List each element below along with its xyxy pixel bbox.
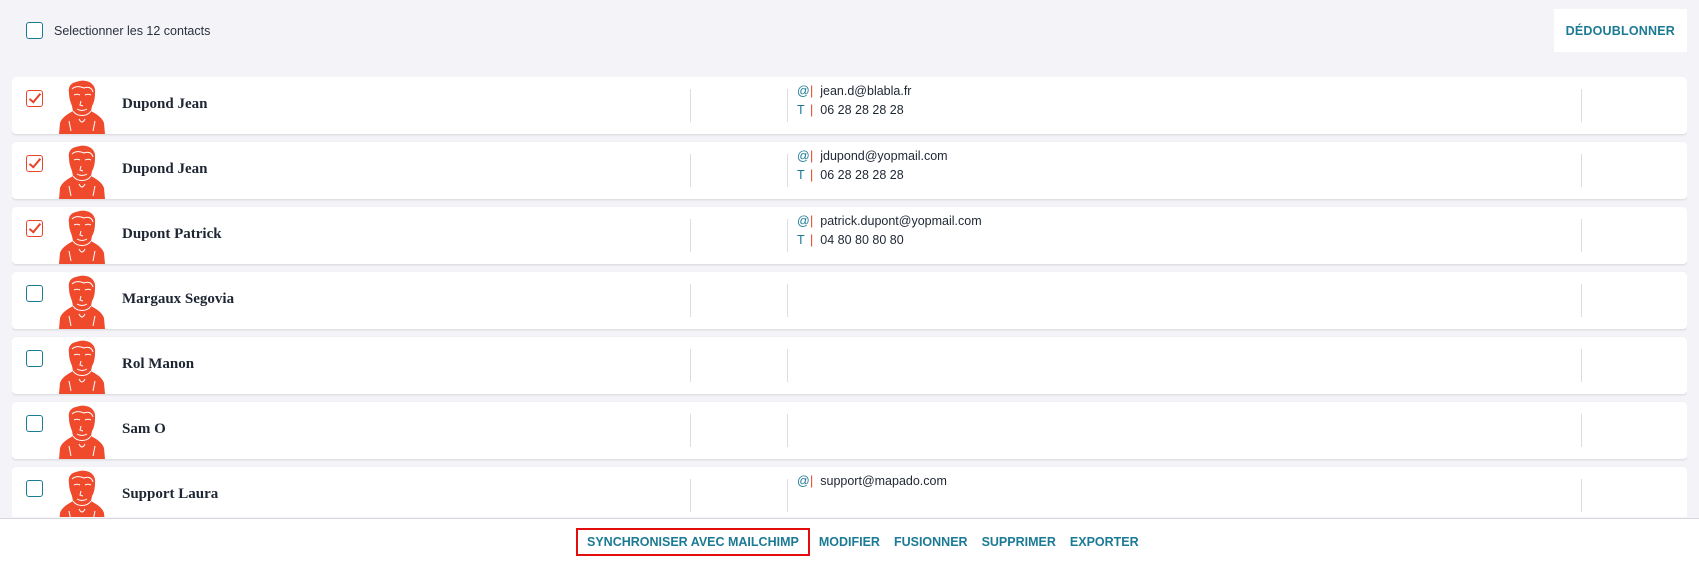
column-divider	[787, 479, 788, 512]
contact-row[interactable]: Sam O	[12, 402, 1687, 459]
info-separator: |	[810, 213, 814, 228]
delete-button[interactable]: SUPPRIMER	[975, 530, 1063, 554]
contact-info: @ | patrick.dupont@yopmail.com T | 04 80 80 8…	[797, 211, 982, 249]
merge-button[interactable]: FUSIONNER	[887, 530, 975, 554]
column-divider	[690, 349, 691, 382]
info-separator: |	[810, 148, 814, 163]
column-divider	[787, 414, 788, 447]
modify-button[interactable]: MODIFIER	[812, 530, 887, 554]
contact-phone: T | 06 28 28 28 28	[797, 100, 911, 119]
contact-checkbox[interactable]	[26, 415, 43, 432]
column-divider	[1581, 284, 1582, 317]
person-avatar-icon	[59, 275, 105, 329]
contact-row[interactable]: Support Laura @ | support@mapado.com	[12, 467, 1687, 517]
column-divider	[1581, 349, 1582, 382]
contact-phone: T | 04 80 80 80 80	[797, 230, 982, 249]
column-divider	[690, 219, 691, 252]
contact-email-prefix: @	[797, 473, 810, 488]
contact-checkbox[interactable]	[26, 350, 43, 367]
column-divider	[787, 349, 788, 382]
contact-phone-prefix: T	[797, 232, 805, 247]
person-avatar-icon	[59, 340, 105, 394]
contact-phone-value[interactable]: 06 28 28 28 28	[820, 103, 903, 117]
contact-name[interactable]: Dupond Jean	[122, 161, 207, 178]
export-button[interactable]: EXPORTER	[1063, 530, 1146, 554]
contact-email-value[interactable]: jdupond@yopmail.com	[820, 149, 947, 163]
column-divider	[787, 89, 788, 122]
contact-info: @ | support@mapado.com	[797, 471, 947, 490]
sync-mailchimp-button[interactable]: SYNCHRONISER AVEC MAILCHIMP	[576, 528, 810, 556]
contact-name[interactable]: Sam O	[122, 421, 166, 438]
contact-info: @ | jdupond@yopmail.com T | 06 28 28 28 28	[797, 146, 948, 184]
contact-email: @ | jean.d@blabla.fr	[797, 81, 911, 100]
contact-checkbox[interactable]	[26, 90, 43, 107]
column-divider	[1581, 89, 1582, 122]
contact-name[interactable]: Dupond Jean	[122, 96, 207, 113]
contacts-page: Selectionner les 12 contacts DÉDOUBLONNE…	[0, 0, 1699, 561]
select-all-label: Selectionner les 12 contacts	[54, 23, 211, 38]
list-header: Selectionner les 12 contacts DÉDOUBLONNE…	[0, 0, 1699, 62]
contact-phone-prefix: T	[797, 167, 805, 182]
contact-phone-value[interactable]: 06 28 28 28 28	[820, 168, 903, 182]
contact-email-prefix: @	[797, 213, 810, 228]
contact-row[interactable]: Dupont Patrick @ | patrick.dupont@yopmail.…	[12, 207, 1687, 264]
person-avatar-icon	[59, 145, 105, 199]
contact-checkbox[interactable]	[26, 285, 43, 302]
contact-phone: T | 06 28 28 28 28	[797, 165, 948, 184]
info-separator: |	[810, 167, 814, 182]
contact-name[interactable]: Margaux Segovia	[122, 291, 234, 308]
person-avatar-icon	[59, 470, 105, 517]
info-separator: |	[810, 83, 814, 98]
bulk-actions-bar: SYNCHRONISER AVEC MAILCHIMP MODIFIER FUS…	[0, 518, 1699, 561]
column-divider	[787, 219, 788, 252]
contact-email: @ | support@mapado.com	[797, 471, 947, 490]
select-all-checkbox[interactable]	[26, 22, 43, 39]
column-divider	[690, 414, 691, 447]
column-divider	[787, 284, 788, 317]
contact-info: @ | jean.d@blabla.fr T | 06 28 28 28 28	[797, 81, 911, 119]
contact-list: Dupond Jean @ | jean.d@blabla.fr T | 06 28 28…	[12, 77, 1687, 517]
contact-name[interactable]: Rol Manon	[122, 356, 194, 373]
contact-phone-value[interactable]: 04 80 80 80 80	[820, 233, 903, 247]
contact-name[interactable]: Dupont Patrick	[122, 226, 222, 243]
contact-row[interactable]: Margaux Segovia	[12, 272, 1687, 329]
select-all-control[interactable]: Selectionner les 12 contacts	[26, 22, 210, 39]
contact-phone-prefix: T	[797, 102, 805, 117]
person-avatar-icon	[59, 405, 105, 459]
info-separator: |	[810, 473, 814, 488]
contact-email-value[interactable]: patrick.dupont@yopmail.com	[820, 214, 981, 228]
contact-checkbox[interactable]	[26, 480, 43, 497]
contact-email-value[interactable]: support@mapado.com	[820, 474, 947, 488]
info-separator: |	[810, 102, 814, 117]
contact-row[interactable]: Rol Manon	[12, 337, 1687, 394]
contact-row[interactable]: Dupond Jean @ | jean.d@blabla.fr T | 06 28 28…	[12, 77, 1687, 134]
column-divider	[1581, 219, 1582, 252]
bulk-actions: SYNCHRONISER AVEC MAILCHIMP MODIFIER FUS…	[576, 528, 1146, 556]
contact-email: @ | jdupond@yopmail.com	[797, 146, 948, 165]
contact-checkbox[interactable]	[26, 220, 43, 237]
column-divider	[690, 154, 691, 187]
contact-row[interactable]: Dupond Jean @ | jdupond@yopmail.com T | 06 28…	[12, 142, 1687, 199]
column-divider	[787, 154, 788, 187]
column-divider	[1581, 479, 1582, 512]
person-avatar-icon	[59, 210, 105, 264]
contact-name[interactable]: Support Laura	[122, 486, 218, 503]
column-divider	[1581, 154, 1582, 187]
contact-email-value[interactable]: jean.d@blabla.fr	[820, 84, 911, 98]
dedupe-button[interactable]: DÉDOUBLONNER	[1553, 9, 1687, 52]
info-separator: |	[810, 232, 814, 247]
contact-email-prefix: @	[797, 148, 810, 163]
column-divider	[690, 284, 691, 317]
column-divider	[690, 89, 691, 122]
contact-email-prefix: @	[797, 83, 810, 98]
contact-checkbox[interactable]	[26, 155, 43, 172]
column-divider	[690, 479, 691, 512]
column-divider	[1581, 414, 1582, 447]
contact-email: @ | patrick.dupont@yopmail.com	[797, 211, 982, 230]
person-avatar-icon	[59, 80, 105, 134]
